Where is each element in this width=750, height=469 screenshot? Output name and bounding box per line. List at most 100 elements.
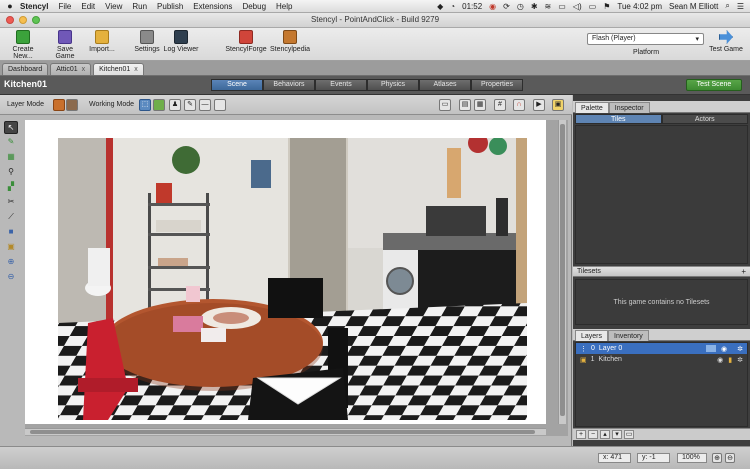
play-icon[interactable]: ▶ (533, 99, 545, 111)
subtab-actors[interactable]: Actors (661, 114, 748, 124)
tab-scene[interactable]: Scene (211, 79, 263, 91)
tab-layers[interactable]: Layers (575, 330, 609, 341)
gear-icon[interactable]: ✲ (737, 356, 743, 364)
menu-help[interactable]: Help (276, 2, 292, 11)
pencil-tool-icon[interactable]: ✎ (4, 136, 18, 149)
line-tool-icon[interactable]: ⟋ (4, 211, 18, 224)
close-tab-icon[interactable]: x (134, 66, 138, 73)
zoom-in-status-icon[interactable]: ⊕ (712, 453, 722, 463)
menu-file[interactable]: File (58, 2, 71, 11)
apple-icon[interactable]: ● (0, 1, 20, 11)
stencylpedia-button[interactable]: Stencylpedia (268, 30, 312, 53)
dropbox-icon[interactable]: ◆ (437, 2, 443, 11)
zoom-out-status-icon[interactable]: ⊖ (725, 453, 735, 463)
rect-tool-icon[interactable]: ■ (4, 226, 18, 239)
menu-app-stencyl[interactable]: Stencyl (20, 2, 48, 11)
layer-mode-all-icon[interactable] (66, 99, 78, 111)
vertical-scroll-thumb[interactable] (560, 124, 565, 416)
tab-atlases[interactable]: Atlases (419, 79, 471, 91)
log-viewer-button[interactable]: Log Viewer (163, 30, 199, 53)
working-mode-actor-icon[interactable]: ♟ (169, 99, 181, 111)
doc-tab-dashboard[interactable]: Dashboard (2, 63, 49, 75)
doc-tab-kitchen01[interactable]: Kitchen01 x (93, 63, 144, 75)
kitchen-background-image[interactable] (58, 138, 527, 420)
pointer-tool-icon[interactable]: ↖ (4, 121, 18, 134)
eye-icon[interactable]: ◉ (721, 345, 727, 353)
create-new-button[interactable]: Create New... (3, 30, 43, 60)
menu-debug[interactable]: Debug (242, 2, 266, 11)
platform-select[interactable]: Flash (Player) ▾ (587, 33, 704, 45)
sync-icon[interactable]: ⟳ (503, 2, 510, 11)
view-grid-icon[interactable]: ▦ (474, 99, 486, 111)
working-mode-line-icon[interactable]: — (199, 99, 211, 111)
zoom-readout[interactable]: 100% (677, 453, 707, 463)
horizontal-scrollbar[interactable] (25, 428, 546, 435)
test-game-button[interactable]: Test Game (706, 30, 746, 53)
tab-inspector[interactable]: Inspector (608, 102, 650, 113)
eye-icon[interactable]: ◉ (717, 356, 723, 364)
layer-color-icon[interactable] (706, 344, 717, 352)
menu-run[interactable]: Run (132, 2, 147, 11)
remove-layer-icon[interactable]: − (588, 430, 598, 439)
lock-icon[interactable]: ▮ (728, 356, 732, 364)
doc-tab-attic01[interactable]: Attic01 x (50, 63, 92, 75)
import-button[interactable]: Import... (85, 30, 119, 53)
battery-icon[interactable]: ▭ (589, 2, 597, 11)
tab-physics[interactable]: Physics (367, 79, 419, 91)
stamp-tool-icon[interactable]: ▞ (4, 181, 18, 194)
close-tab-icon[interactable]: x (82, 66, 86, 73)
working-mode-tile-icon[interactable] (153, 99, 165, 111)
scene-canvas[interactable] (25, 120, 568, 436)
magnet-icon[interactable]: ∩ (513, 99, 525, 111)
fill-tool-icon[interactable]: ▦ (4, 151, 18, 164)
view-split-icon[interactable]: ▤ (459, 99, 471, 111)
save-game-button[interactable]: Save Game (47, 30, 83, 60)
recording-icon[interactable]: ◉ (489, 2, 496, 11)
settings-button[interactable]: Settings (132, 30, 162, 53)
clock-icon[interactable]: ◷ (517, 2, 524, 11)
subtab-tiles[interactable]: Tiles (575, 114, 662, 124)
move-layer-up-icon[interactable]: ▴ (600, 430, 610, 439)
scene-stage[interactable] (25, 120, 546, 424)
zoom-out-icon[interactable]: ⊖ (4, 271, 18, 284)
stencylforge-button[interactable]: StencylForge (224, 30, 268, 53)
tab-events[interactable]: Events (315, 79, 367, 91)
timer-icon[interactable]: ◔ (450, 2, 455, 11)
add-layer-icon[interactable]: + (576, 430, 586, 439)
layer-row[interactable]: ▣ 1 Kitchen ◉ ▮ ✲ (576, 354, 747, 365)
eraser-tool-icon[interactable]: ✂ (4, 196, 18, 209)
horizontal-scroll-thumb[interactable] (30, 430, 535, 434)
bluetooth-icon[interactable]: ✱ (531, 2, 538, 11)
menu-publish[interactable]: Publish (157, 2, 183, 11)
tab-properties[interactable]: Properties (471, 79, 523, 91)
vertical-scrollbar[interactable] (558, 120, 566, 424)
tab-palette[interactable]: Palette (575, 102, 609, 113)
grid-toggle-icon[interactable]: # (494, 99, 506, 111)
working-mode-region-icon[interactable]: ✎ (184, 99, 196, 111)
image-tool-icon[interactable]: ▣ (4, 241, 18, 254)
tiles-palette-area[interactable] (575, 125, 748, 264)
menubar-time[interactable]: Tue 4:02 pm (617, 2, 662, 11)
menu-extensions[interactable]: Extensions (193, 2, 232, 11)
flag-icon[interactable]: ⚑ (603, 2, 610, 11)
view-single-icon[interactable]: ▭ (439, 99, 451, 111)
bucket-tool-icon[interactable]: ⚲ (4, 166, 18, 179)
working-mode-select-icon[interactable]: ⬚ (139, 99, 151, 111)
background-icon[interactable]: ▣ (552, 99, 564, 111)
layer-mode-single-icon[interactable] (53, 99, 65, 111)
zoom-in-icon[interactable]: ⊕ (4, 256, 18, 269)
menu-view[interactable]: View (105, 2, 122, 11)
list-icon[interactable]: ☰ (737, 2, 744, 11)
working-mode-blank-icon[interactable] (214, 99, 226, 111)
layer-row[interactable]: ⋮ 0 Layer 0 ◉ ✲ (576, 343, 747, 354)
layer-options-icon[interactable]: ▭ (624, 430, 634, 439)
gear-icon[interactable]: ✲ (737, 345, 743, 353)
add-tileset-button[interactable]: + (741, 267, 746, 277)
test-scene-button[interactable]: Test Scene (686, 79, 742, 91)
menubar-user[interactable]: Sean M Elliott (669, 2, 718, 11)
move-layer-down-icon[interactable]: ▾ (612, 430, 622, 439)
menu-edit[interactable]: Edit (81, 2, 95, 11)
volume-icon[interactable]: ◁) (573, 2, 582, 11)
tab-behaviors[interactable]: Behaviors (263, 79, 315, 91)
tab-inventory[interactable]: Inventory (608, 330, 649, 341)
